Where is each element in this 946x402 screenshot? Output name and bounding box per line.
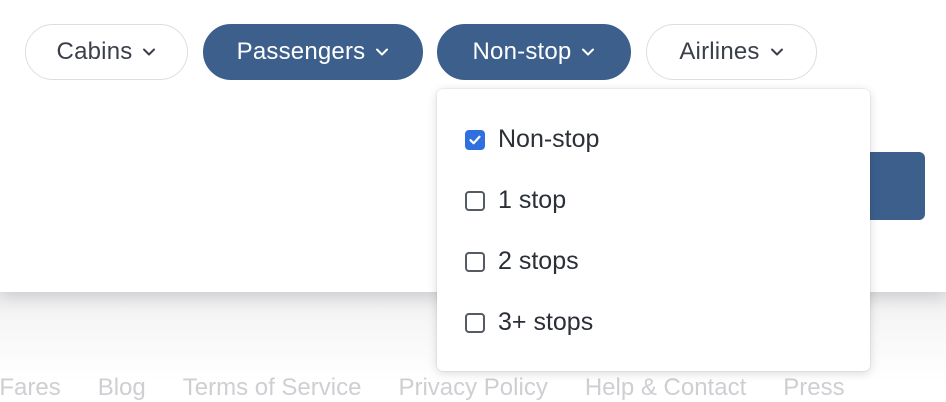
footer-link-blog[interactable]: Blog xyxy=(98,374,146,402)
stops-option-label: Non-stop xyxy=(498,125,600,153)
airlines-filter-button[interactable]: Airlines xyxy=(646,24,817,80)
nonstop-filter-label: Non-stop xyxy=(472,38,572,65)
chevron-down-icon xyxy=(582,48,595,56)
footer-link-privacy[interactable]: Privacy Policy xyxy=(398,374,547,402)
checkbox-3plus-stops[interactable] xyxy=(465,312,485,333)
footer-link-help[interactable]: Help & Contact xyxy=(585,374,746,402)
passengers-filter-label: Passengers xyxy=(236,38,366,65)
passengers-filter-button[interactable]: Passengers xyxy=(203,24,423,80)
stops-option-label: 3+ stops xyxy=(498,308,594,336)
footer-link-press[interactable]: Press xyxy=(783,374,844,402)
airlines-filter-label: Airlines xyxy=(679,38,760,65)
footer-link-terms[interactable]: Terms of Service xyxy=(183,374,362,402)
stops-option-label: 1 stop xyxy=(498,186,567,214)
stops-option-1-stop[interactable]: 1 stop xyxy=(465,186,566,215)
chevron-down-icon xyxy=(143,48,156,56)
cabins-filter-button[interactable]: Cabins xyxy=(25,24,188,80)
chevron-down-icon xyxy=(770,48,783,56)
cabins-filter-label: Cabins xyxy=(56,38,133,65)
nonstop-filter-button[interactable]: Non-stop xyxy=(437,24,631,80)
stops-dropdown-menu: Non-stop 1 stop 2 stops 3+ stops xyxy=(437,89,870,371)
chevron-down-icon xyxy=(376,48,389,56)
checkbox-nonstop[interactable] xyxy=(465,129,485,150)
checkbox-1-stop[interactable] xyxy=(465,190,485,211)
stops-option-3plus-stops[interactable]: 3+ stops xyxy=(465,308,593,337)
stops-option-nonstop[interactable]: Non-stop xyxy=(465,125,599,154)
stops-option-label: 2 stops xyxy=(498,247,579,275)
footer-link-brand[interactable]: rdFares xyxy=(0,374,61,402)
checkbox-2-stops[interactable] xyxy=(465,251,485,272)
stops-option-2-stops[interactable]: 2 stops xyxy=(465,247,579,276)
footer-links: rdFares Blog Terms of Service Privacy Po… xyxy=(0,374,845,402)
checkmark-icon xyxy=(469,135,481,144)
